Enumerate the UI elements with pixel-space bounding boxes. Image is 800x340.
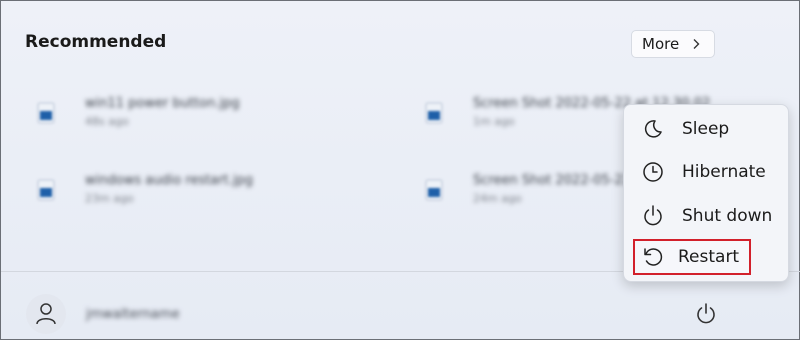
- chevron-right-icon: [691, 38, 703, 50]
- user-avatar[interactable]: [26, 294, 66, 334]
- image-file-icon: [425, 102, 443, 124]
- power-icon: [640, 203, 666, 229]
- power-icon: [697, 303, 715, 324]
- menu-item-shut-down[interactable]: Shut down: [632, 197, 780, 235]
- power-menu: Sleep Hibernate Shut down Restart: [623, 104, 789, 282]
- menu-item-restart[interactable]: Restart: [633, 239, 751, 275]
- menu-item-sleep[interactable]: Sleep: [632, 110, 780, 148]
- user-name[interactable]: jmwaltername: [86, 307, 180, 322]
- image-file-icon: [425, 179, 443, 201]
- moon-icon: [640, 116, 666, 142]
- power-button[interactable]: [692, 300, 720, 328]
- menu-item-label: Shut down: [682, 206, 773, 226]
- menu-item-label: Restart: [678, 247, 740, 267]
- recommended-item-time: 23m ago: [85, 192, 134, 205]
- menu-item-hibernate[interactable]: Hibernate: [632, 153, 780, 191]
- recommended-item-time: 48s ago: [85, 115, 129, 128]
- recommended-item-name: win11 power button.jpg: [85, 96, 240, 111]
- image-file-icon: [37, 179, 55, 201]
- more-button-label: More: [642, 35, 680, 53]
- more-button[interactable]: More: [631, 30, 715, 58]
- recommended-heading: Recommended: [25, 32, 167, 52]
- clock-icon: [640, 159, 666, 185]
- menu-item-label: Hibernate: [682, 162, 766, 182]
- menu-item-label: Sleep: [682, 119, 730, 139]
- image-file-icon: [37, 102, 55, 124]
- recommended-item[interactable]: win11 power button.jpg 48s ago: [37, 96, 240, 128]
- restart-icon: [640, 244, 666, 270]
- start-menu-panel: Recommended More win11 power button.jpg …: [0, 0, 800, 340]
- recommended-item-name: windows audio restart.jpg: [85, 173, 253, 188]
- user-icon: [36, 303, 56, 325]
- recommended-item[interactable]: windows audio restart.jpg 23m ago: [37, 173, 253, 205]
